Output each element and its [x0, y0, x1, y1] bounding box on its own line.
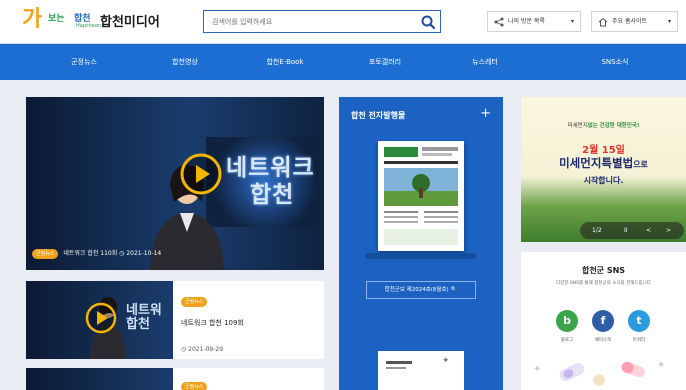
search-box: [203, 10, 441, 33]
play-icon[interactable]: [84, 301, 118, 335]
video-title[interactable]: 네트워크 합천 110회: [63, 250, 117, 257]
visit-history-button[interactable]: 나의 방문 목록 ▾: [487, 11, 581, 32]
nav-item-sns[interactable]: SNS소식: [575, 44, 655, 80]
twitter-icon[interactable]: t: [628, 310, 650, 332]
category-badge: 군정뉴스: [181, 296, 208, 307]
chevron-down-icon: ▾: [570, 18, 574, 25]
ebook-title: 합천 전자발행물: [351, 111, 406, 120]
header: 가 보는 합천 Hapcheon 합천미디어 나의 방문 목록 ▾ 주요 홈사이…: [0, 0, 686, 44]
facebook-label: 페이스북: [594, 338, 612, 343]
video-list-item[interactable]: 네트워 합천 군정뉴스 네트워크 합천 109회 ◷ 2021-09-29: [26, 281, 324, 359]
banner-headline: 미세먼지특별법으로: [559, 156, 648, 170]
blog-label: 블로그: [560, 338, 574, 343]
facebook-icon[interactable]: f: [592, 310, 614, 332]
video-info: 군정뉴스 네트워크 합천 109회 ◷ 2021-09-29: [181, 291, 321, 353]
nav-item-county-news[interactable]: 군정뉴스: [44, 44, 124, 80]
svg-text:✦: ✦: [442, 356, 450, 366]
ebook-cover[interactable]: ✦: [378, 351, 464, 390]
banner-pager: 1/2: [592, 227, 602, 234]
sns-description: 다양한 SNS를 통해 합천군의 소식을 전해드립니다: [556, 281, 651, 286]
search-icon[interactable]: [420, 14, 436, 30]
video-title[interactable]: 네트워크 합천 109회: [181, 318, 321, 328]
logo-mark: 가: [22, 7, 43, 32]
nav-item-videos[interactable]: 합천영상: [145, 44, 225, 80]
thumbnail-overlay-text: 네트워 합천: [126, 303, 162, 332]
ebook-shelf: [365, 253, 477, 259]
site-logo[interactable]: 가 보는 합천 Hapcheon 합천미디어: [22, 8, 172, 34]
video-date: 2021-10-14: [126, 250, 162, 257]
video-date: ◷ 2021-09-29: [181, 346, 224, 353]
sns-icons: b 블로그 f 페이스북 t 트위터: [521, 310, 686, 350]
sns-decoration: ✦ ✦: [533, 360, 665, 386]
blog-icon[interactable]: b: [556, 310, 578, 332]
more-icon[interactable]: +: [480, 106, 491, 121]
sns-title: 합천군 SNS: [581, 266, 626, 275]
chevron-down-icon: ▾: [667, 18, 671, 25]
category-badge: 군정뉴스: [32, 248, 59, 259]
video-info: 군정뉴스: [181, 376, 321, 390]
banner-date: 2월 15일: [582, 145, 625, 156]
ebook-issue-select[interactable]: 합천군보 제2024호(8월호) 🔍: [366, 281, 476, 299]
pause-icon[interactable]: II: [624, 222, 628, 239]
nav-item-photo-gallery[interactable]: 포토갤러리: [345, 44, 425, 80]
video-list-item[interactable]: 군정뉴스: [26, 368, 324, 390]
clock-icon: ◷: [181, 346, 187, 353]
svg-text:✦: ✦: [657, 360, 665, 371]
logo-tiny: Hapcheon: [76, 23, 102, 29]
logo-sub: 보는: [48, 14, 65, 24]
video-thumbnail[interactable]: [26, 368, 173, 390]
ebook-cover[interactable]: [378, 141, 464, 251]
banner-line4: 시작합니다.: [583, 176, 624, 185]
banner-controls: 1/2 II < >: [580, 222, 684, 239]
banner-line1: 미세먼지없는 건강한 대한민국!: [567, 123, 640, 129]
site-name: 합천미디어: [100, 15, 160, 30]
clock-icon: ◷: [119, 250, 125, 257]
nav-item-newsletter[interactable]: 뉴스레터: [445, 44, 525, 80]
play-icon[interactable]: [179, 152, 223, 196]
video-thumbnail[interactable]: 네트워 합천: [26, 281, 173, 359]
visit-history-label: 나의 방문 목록: [508, 18, 545, 25]
ebook-panel: 합천 전자발행물 + 합천군보 제2024호(8월호) 🔍 ✦: [339, 97, 503, 390]
featured-video[interactable]: 네트워크 합천 군정뉴스 네트워크 합천 110회 ◷ 2021-10-14: [26, 97, 324, 270]
home-sites-button[interactable]: 주요 홈사이트 ▾: [591, 11, 678, 32]
svg-text:✦: ✦: [533, 364, 541, 375]
twitter-label: 트위터: [632, 338, 646, 343]
main-nav: 군정뉴스 합천영상 합천E-Book 포토갤러리 뉴스레터 SNS소식: [0, 44, 686, 80]
category-badge: 군정뉴스: [181, 381, 208, 390]
promo-banner[interactable]: 미세먼지없는 건강한 대한민국! 2월 15일 미세먼지특별법으로 시작합니다.…: [521, 97, 686, 242]
home-icon: [598, 17, 608, 27]
share-icon: [494, 17, 504, 27]
sns-panel: 합천군 SNS 다양한 SNS를 통해 합천군의 소식을 전해드립니다 b 블로…: [521, 252, 686, 390]
prev-icon[interactable]: <: [646, 222, 651, 239]
nav-item-ebook[interactable]: 합천E-Book: [245, 44, 325, 80]
home-sites-label: 주요 홈사이트: [612, 18, 648, 25]
search-icon: 🔍: [450, 287, 458, 293]
next-icon[interactable]: >: [666, 222, 671, 239]
search-input[interactable]: [212, 15, 412, 29]
video-caption: 군정뉴스 네트워크 합천 110회 ◷ 2021-10-14: [32, 248, 161, 260]
video-overlay-text: 네트워크 합천: [226, 155, 315, 208]
